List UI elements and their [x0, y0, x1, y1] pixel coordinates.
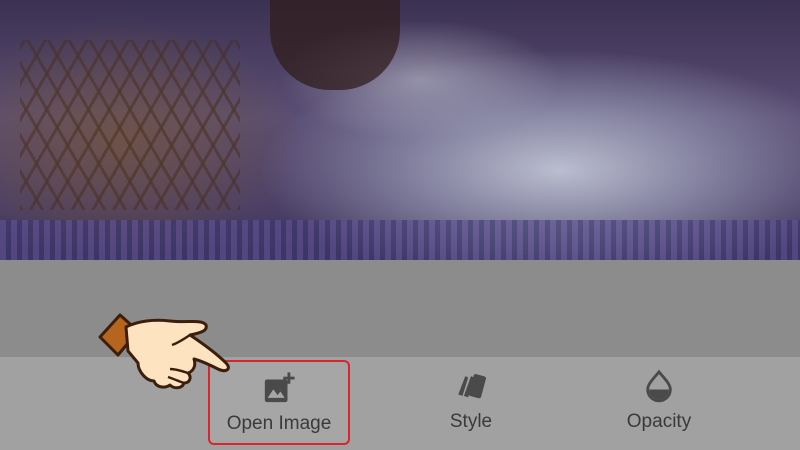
open-image-label: Open Image: [226, 412, 332, 434]
style-button[interactable]: Style: [420, 357, 522, 445]
opacity-label: Opacity: [626, 411, 692, 432]
photo-flowers: [0, 220, 800, 260]
opacity-button[interactable]: Opacity: [608, 357, 710, 445]
opacity-icon: [646, 369, 672, 403]
pointing-hand-icon: [98, 313, 230, 390]
style-icon: [458, 374, 486, 399]
add-photo-icon: [264, 371, 295, 402]
photo-preview: [0, 0, 800, 260]
style-label: Style: [449, 411, 493, 432]
photo-fence: [20, 40, 240, 210]
photo-hair: [270, 0, 400, 90]
